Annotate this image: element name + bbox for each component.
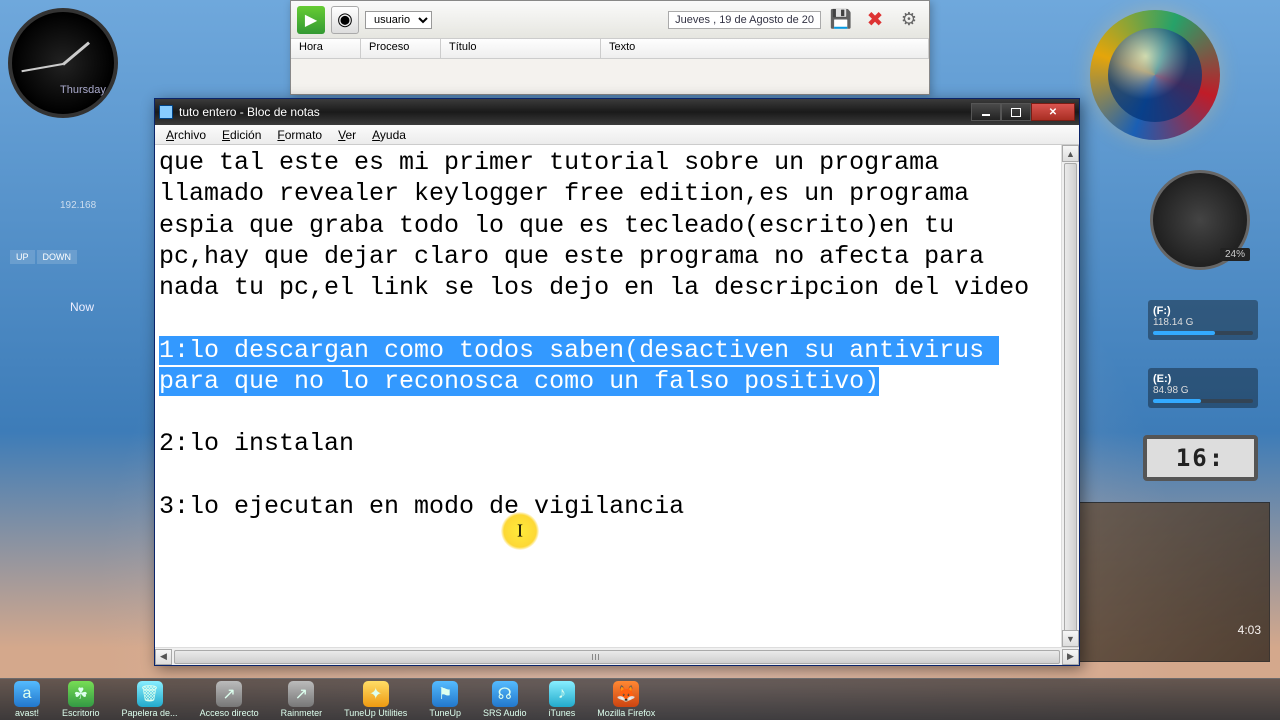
drive-gadget-f: (F:) 118.14 G — [1148, 300, 1258, 340]
taskbar-tuneup-label: TuneUp — [429, 708, 461, 718]
maximize-button[interactable] — [1001, 103, 1031, 121]
cpu-percent: 24% — [1220, 248, 1250, 261]
taskbar-avast-label: avast! — [15, 708, 39, 718]
save-icon[interactable]: 💾 — [827, 6, 855, 34]
taskbar-papelera[interactable]: 🗑Papelera de... — [122, 681, 178, 718]
logger-window[interactable]: ▶ ◉ usuario Jueves , 19 de Agosto de 20 … — [290, 0, 930, 95]
window-title: tuto entero - Bloc de notas — [179, 105, 320, 119]
editor-intro: que tal este es mi primer tutorial sobre… — [159, 148, 1029, 302]
vertical-scrollbar[interactable]: ▲ ▼ — [1061, 145, 1079, 647]
logger-toolbar: ▶ ◉ usuario Jueves , 19 de Agosto de 20 … — [291, 1, 929, 39]
taskbar-rainmeter[interactable]: ↗Rainmeter — [281, 681, 323, 718]
taskbar-srs[interactable]: ☊SRS Audio — [483, 681, 527, 718]
taskbar-srs-label: SRS Audio — [483, 708, 527, 718]
drive-gadget-e: (E:) 84.98 G — [1148, 368, 1258, 408]
close-button[interactable] — [1031, 103, 1075, 121]
clock-gadget — [8, 8, 118, 118]
taskbar[interactable]: aavast! ☘Escritorio 🗑Papelera de... ↗Acc… — [0, 678, 1280, 720]
taskbar-acceso-label: Acceso directo — [200, 708, 259, 718]
taskbar-itunes-label: iTunes — [549, 708, 576, 718]
menu-edicion[interactable]: Edición — [215, 127, 268, 143]
clock-day-label: Thursday — [60, 84, 106, 96]
col-hora[interactable]: Hora — [291, 39, 361, 58]
menu-archivo[interactable]: Archivo — [159, 127, 213, 143]
vscroll-thumb[interactable] — [1064, 163, 1077, 643]
digital-clock-gadget: 16: — [1143, 435, 1258, 481]
editor-step2: 2:lo instalan — [159, 429, 354, 458]
taskbar-papelera-label: Papelera de... — [122, 708, 178, 718]
menubar[interactable]: Archivo Edición Formato Ver Ayuda — [155, 125, 1079, 145]
drive-e-size: 84.98 G — [1153, 385, 1189, 396]
media-time: 4:03 — [1238, 623, 1261, 637]
col-titulo[interactable]: Título — [441, 39, 601, 58]
menu-ayuda[interactable]: Ayuda — [365, 127, 413, 143]
user-dropdown[interactable]: usuario — [365, 11, 432, 29]
col-proceso[interactable]: Proceso — [361, 39, 441, 58]
taskbar-tuneup-util-label: TuneUp Utilities — [344, 708, 407, 718]
taskbar-rainmeter-label: Rainmeter — [281, 708, 323, 718]
text-editor[interactable]: que tal este es mi primer tutorial sobre… — [155, 145, 1061, 647]
editor-selection: 1:lo descargan como todos saben(desactiv… — [159, 336, 999, 396]
gear-icon[interactable]: ⚙ — [895, 6, 923, 34]
taskbar-firefox-label: Mozilla Firefox — [597, 708, 655, 718]
windows-orb-icon — [1090, 10, 1220, 140]
titlebar[interactable]: tuto entero - Bloc de notas — [155, 99, 1079, 125]
net-down: DOWN — [37, 250, 78, 264]
drive-e-label: (E:) — [1153, 373, 1253, 385]
taskbar-firefox[interactable]: 🦊Mozilla Firefox — [597, 681, 655, 718]
taskbar-avast[interactable]: aavast! — [14, 681, 40, 718]
taskbar-escritorio[interactable]: ☘Escritorio — [62, 681, 100, 718]
scroll-down-button[interactable]: ▼ — [1062, 630, 1079, 647]
scroll-right-button[interactable]: ▶ — [1062, 649, 1079, 665]
notepad-icon — [159, 105, 173, 119]
menu-ver[interactable]: Ver — [331, 127, 363, 143]
hscroll-thumb[interactable] — [174, 650, 1060, 664]
notepad-window[interactable]: tuto entero - Bloc de notas Archivo Edic… — [154, 98, 1080, 666]
drive-f-size: 118.14 G — [1153, 317, 1193, 328]
ip-label: 192.168 — [60, 200, 96, 211]
drive-f-label: (F:) — [1153, 305, 1253, 317]
col-texto[interactable]: Texto — [601, 39, 929, 58]
taskbar-itunes[interactable]: ♪iTunes — [549, 681, 576, 718]
taskbar-acceso[interactable]: ↗Acceso directo — [200, 681, 259, 718]
minimize-button[interactable] — [971, 103, 1001, 121]
logger-column-headers[interactable]: Hora Proceso Título Texto — [291, 39, 929, 59]
net-speed-gadget: UP DOWN — [10, 250, 77, 264]
taskbar-tuneup[interactable]: ⚑TuneUp — [429, 681, 461, 718]
taskbar-tuneup-util[interactable]: ✦TuneUp Utilities — [344, 681, 407, 718]
delete-icon[interactable]: ✖ — [861, 6, 889, 34]
net-up: UP — [10, 250, 35, 264]
scroll-left-button[interactable]: ◀ — [155, 649, 172, 665]
menu-formato[interactable]: Formato — [270, 127, 329, 143]
taskbar-escritorio-label: Escritorio — [62, 708, 100, 718]
date-field[interactable]: Jueves , 19 de Agosto de 20 — [668, 11, 821, 29]
editor-step3: 3:lo ejecutan en modo de vigilancia — [159, 492, 684, 521]
horizontal-scrollbar[interactable]: ◀ ▶ — [155, 647, 1079, 665]
scroll-up-button[interactable]: ▲ — [1062, 145, 1079, 162]
eye-icon[interactable]: ◉ — [331, 6, 359, 34]
now-playing-label: Now — [70, 300, 94, 314]
record-icon[interactable]: ▶ — [297, 6, 325, 34]
